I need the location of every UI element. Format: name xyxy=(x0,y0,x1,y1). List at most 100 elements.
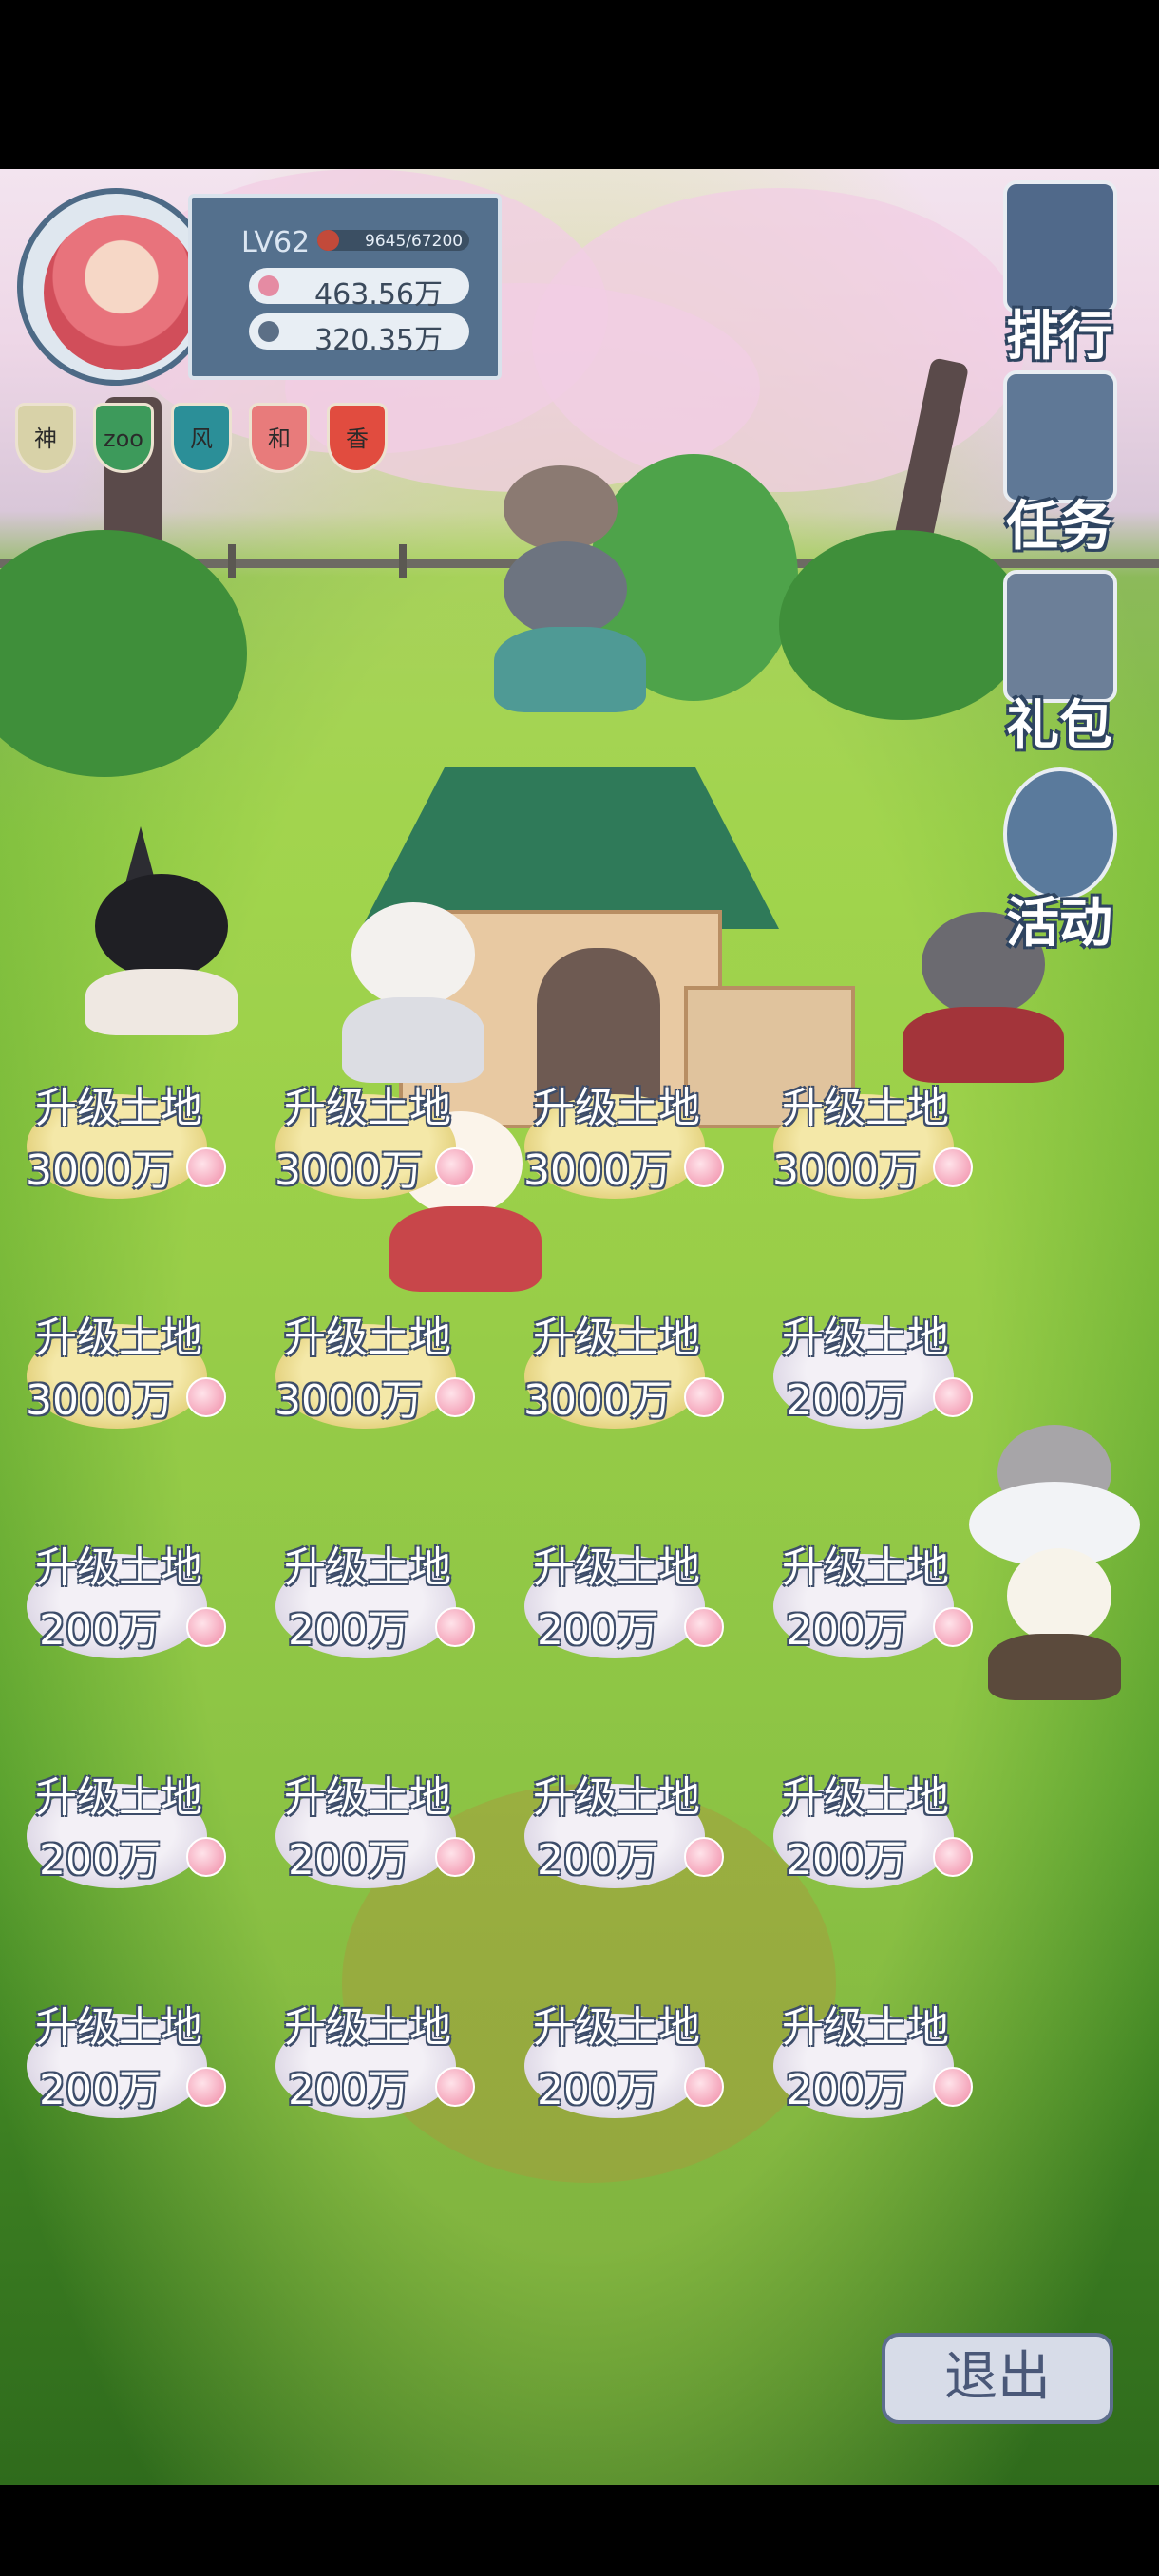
cat-body xyxy=(494,627,646,712)
cat-body xyxy=(988,1634,1121,1700)
heart-icon xyxy=(684,1377,724,1417)
land-plot[interactable]: 升级土地 200万 xyxy=(747,1533,984,1666)
cat-body xyxy=(86,969,238,1035)
plot-upgrade-label: 升级土地 xyxy=(533,2003,700,2052)
cat-fluffy-stack[interactable] xyxy=(960,1425,1150,1710)
land-plot[interactable]: 升级土地 200万 xyxy=(0,1533,238,1666)
land-plot[interactable]: 升级土地 200万 xyxy=(249,1533,486,1666)
fence-post xyxy=(399,544,407,578)
plot-upgrade-label: 升级土地 xyxy=(782,2003,949,2052)
land-plot[interactable]: 升级土地 200万 xyxy=(0,1763,238,1896)
plot-cost: 200万 xyxy=(537,2066,658,2114)
avatar-frame xyxy=(17,188,215,386)
plot-cost: 200万 xyxy=(288,2066,409,2114)
cat-head xyxy=(1007,1548,1112,1643)
plot-cost: 3000万 xyxy=(523,1376,672,1425)
land-plot[interactable]: 升级土地 200万 xyxy=(0,1993,238,2126)
land-plot[interactable]: 升级土地 200万 xyxy=(498,1763,735,1896)
player-profile[interactable]: LV62 9645/67200 463.56万 320.35万 xyxy=(17,188,502,386)
heart-icon xyxy=(435,1377,475,1417)
plot-cost: 200万 xyxy=(288,1836,409,1885)
plot-upgrade-label: 升级土地 xyxy=(782,1544,949,1592)
menu-rank-button[interactable]: 排行 xyxy=(978,180,1140,370)
land-plot[interactable]: 升级土地 3000万 xyxy=(498,1303,735,1436)
land-plot[interactable]: 升级土地 200万 xyxy=(747,1763,984,1896)
menu-gift-button[interactable]: 礼包 xyxy=(978,570,1140,760)
resource-leaf: 320.35万 xyxy=(249,313,469,357)
heart-icon xyxy=(186,1377,226,1417)
plot-upgrade-label: 升级土地 xyxy=(35,2003,202,2052)
cat-white-dress[interactable] xyxy=(332,902,494,1092)
plot-cost: 3000万 xyxy=(26,1376,174,1425)
badge-he[interactable]: 和 xyxy=(249,403,310,473)
plot-upgrade-label: 升级土地 xyxy=(533,1544,700,1592)
plot-upgrade-label: 升级土地 xyxy=(284,2003,451,2052)
plot-upgrade-label: 升级土地 xyxy=(35,1544,202,1592)
badge-label: 和 xyxy=(268,426,291,452)
land-plot[interactable]: 升级土地 200万 xyxy=(249,1993,486,2126)
menu-gift-label: 礼包 xyxy=(1006,695,1112,757)
heart-icon xyxy=(684,1147,724,1187)
cat-head xyxy=(352,902,475,1007)
land-plot[interactable]: 升级土地 200万 xyxy=(498,1993,735,2126)
menu-tasks-button[interactable]: 任务 xyxy=(978,370,1140,560)
plot-upgrade-label: 升级土地 xyxy=(284,1314,451,1362)
land-plot[interactable]: 升级土地 3000万 xyxy=(0,1073,238,1206)
plot-upgrade-label: 升级土地 xyxy=(284,1084,451,1132)
heart-icon xyxy=(186,1607,226,1647)
cat-black-knight[interactable] xyxy=(76,826,247,1045)
land-plot[interactable]: 升级土地 200万 xyxy=(747,1993,984,2126)
menu-tasks-label: 任务 xyxy=(1006,496,1112,558)
badge-zoo[interactable]: zoo xyxy=(93,403,154,473)
badge-feng[interactable]: 风 xyxy=(171,403,232,473)
land-plot[interactable]: 升级土地 3000万 xyxy=(747,1073,984,1206)
land-plot[interactable]: 升级土地 200万 xyxy=(249,1763,486,1896)
exit-button[interactable]: 退出 xyxy=(882,2333,1113,2424)
fence-post xyxy=(228,544,236,578)
land-plot[interactable]: 升级土地 3000万 xyxy=(249,1303,486,1436)
heart-icon xyxy=(684,1607,724,1647)
xp-text: 9645/67200 xyxy=(365,232,464,251)
cat-on-roof[interactable] xyxy=(475,532,665,722)
plot-upgrade-label: 升级土地 xyxy=(284,1773,451,1822)
heart-icon xyxy=(933,1377,973,1417)
player-stats-panel: LV62 9645/67200 463.56万 320.35万 xyxy=(188,194,502,380)
badge-shen[interactable]: 神 xyxy=(15,403,76,473)
plot-upgrade-label: 升级土地 xyxy=(35,1773,202,1822)
heart-icon xyxy=(186,1837,226,1877)
plot-upgrade-label: 升级土地 xyxy=(35,1314,202,1362)
avatar[interactable] xyxy=(44,215,200,370)
plot-upgrade-label: 升级土地 xyxy=(782,1314,949,1362)
badge-row: 神 zoo 风 和 香 xyxy=(15,403,414,479)
cat-body xyxy=(342,997,484,1083)
heart-icon xyxy=(258,275,279,296)
heart-icon xyxy=(684,1837,724,1877)
resource-heart-value: 463.56万 xyxy=(314,278,443,312)
land-plot[interactable]: 升级土地 200万 xyxy=(498,1533,735,1666)
badge-label: 香 xyxy=(346,426,369,452)
cat-body xyxy=(902,1007,1064,1083)
badge-label: 神 xyxy=(34,426,57,452)
land-plot[interactable]: 升级土地 200万 xyxy=(747,1303,984,1436)
heart-icon xyxy=(435,2067,475,2107)
plot-cost: 200万 xyxy=(786,1606,907,1655)
plot-upgrade-label: 升级土地 xyxy=(533,1314,700,1362)
badge-xiang[interactable]: 香 xyxy=(327,403,388,473)
heart-icon xyxy=(435,1147,475,1187)
xp-bar-fill xyxy=(317,230,339,251)
badge-label: 风 xyxy=(190,426,213,452)
plot-cost: 3000万 xyxy=(275,1146,423,1195)
plot-cost: 200万 xyxy=(39,2066,161,2114)
heart-icon xyxy=(435,1837,475,1877)
resource-leaf-value: 320.35万 xyxy=(314,324,443,357)
resource-heart: 463.56万 xyxy=(249,268,469,312)
menu-event-button[interactable]: 活动 xyxy=(978,767,1140,957)
plot-cost: 200万 xyxy=(39,1836,161,1885)
land-plot[interactable]: 升级土地 3000万 xyxy=(249,1073,486,1206)
land-plot[interactable]: 升级土地 3000万 xyxy=(498,1073,735,1206)
plot-cost: 200万 xyxy=(39,1606,161,1655)
plot-upgrade-label: 升级土地 xyxy=(533,1084,700,1132)
land-plot[interactable]: 升级土地 3000万 xyxy=(0,1303,238,1436)
leaf-icon xyxy=(258,321,279,342)
cat-body xyxy=(390,1206,542,1292)
